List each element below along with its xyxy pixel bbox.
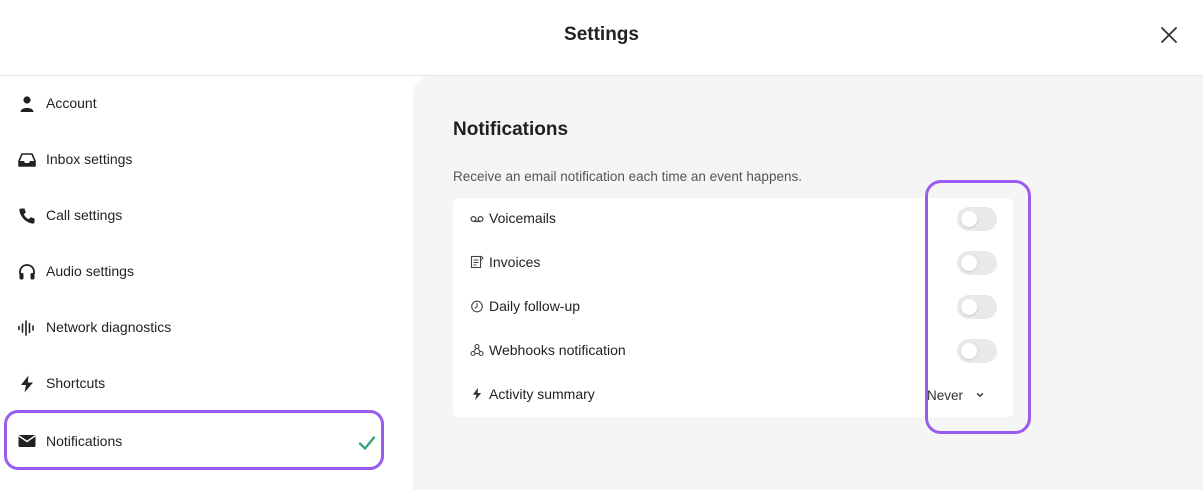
sidebar-item-label: Inbox settings [46, 151, 133, 167]
sidebar-item-audio-settings[interactable]: Audio settings [8, 244, 383, 300]
invoices-toggle[interactable] [957, 251, 997, 275]
setting-label: Webhooks notification [489, 342, 626, 358]
setting-row-voicemails: Voicemails [453, 198, 1013, 242]
settings-sidebar: Account Inbox settings Call settings Aud… [0, 76, 413, 490]
page-title: Settings [564, 24, 639, 45]
person-icon [17, 94, 37, 114]
notifications-panel: Notifications Receive an email notificat… [413, 76, 1203, 490]
setting-label: Invoices [489, 254, 541, 270]
waveform-icon [17, 318, 37, 338]
sidebar-item-label: Shortcuts [46, 375, 106, 391]
setting-label: Daily follow-up [489, 298, 581, 314]
daily-follow-up-toggle[interactable] [957, 295, 997, 319]
headphones-icon [17, 262, 37, 282]
sidebar-item-label: Network diagnostics [46, 319, 172, 335]
sidebar-item-notifications[interactable]: Notifications [4, 410, 384, 470]
setting-row-webhooks-notification: Webhooks notification [453, 330, 1013, 374]
sidebar-item-shortcuts[interactable]: Shortcuts [8, 356, 383, 412]
inbox-tray-icon [17, 150, 37, 170]
settings-header: Settings [0, 0, 1203, 76]
clock-icon [470, 299, 484, 313]
lightning-icon [470, 387, 484, 401]
chevron-down-icon [976, 393, 984, 397]
toggle-knob [961, 299, 977, 315]
voicemail-icon [470, 211, 484, 225]
envelope-icon [17, 431, 37, 451]
setting-label: Voicemails [489, 210, 556, 226]
section-title: Notifications [453, 119, 569, 140]
toggle-knob [961, 211, 977, 227]
voicemails-toggle[interactable] [957, 207, 997, 231]
setting-row-daily-follow-up: Daily follow-up [453, 286, 1013, 330]
sidebar-item-label: Notifications [46, 433, 123, 449]
section-description: Receive an email notification each time … [453, 169, 802, 184]
sidebar-item-label: Call settings [46, 207, 123, 223]
select-value: Never [927, 387, 964, 403]
sidebar-item-label: Account [46, 95, 97, 111]
lightning-icon [17, 374, 37, 394]
toggle-knob [961, 255, 977, 271]
notification-settings-card: Voicemails Invoices Daily follow-up Webh… [453, 198, 1013, 417]
setting-row-activity-summary: Activity summary Never [453, 374, 1013, 418]
close-button[interactable] [1156, 22, 1182, 48]
sidebar-item-label: Audio settings [46, 263, 134, 279]
activity-summary-select[interactable]: Never [927, 384, 985, 406]
toggle-knob [961, 343, 977, 359]
phone-icon [17, 206, 37, 226]
sidebar-item-call-settings[interactable]: Call settings [8, 188, 383, 244]
setting-row-invoices: Invoices [453, 242, 1013, 286]
close-icon [1161, 27, 1177, 43]
invoice-icon [470, 255, 484, 269]
sidebar-item-account[interactable]: Account [8, 76, 383, 132]
webhooks-notification-toggle[interactable] [957, 339, 997, 363]
sidebar-item-network-diagnostics[interactable]: Network diagnostics [8, 300, 383, 356]
setting-label: Activity summary [489, 386, 595, 402]
webhook-icon [470, 343, 484, 357]
sidebar-item-inbox-settings[interactable]: Inbox settings [8, 132, 383, 188]
checkmark-icon [358, 436, 376, 450]
